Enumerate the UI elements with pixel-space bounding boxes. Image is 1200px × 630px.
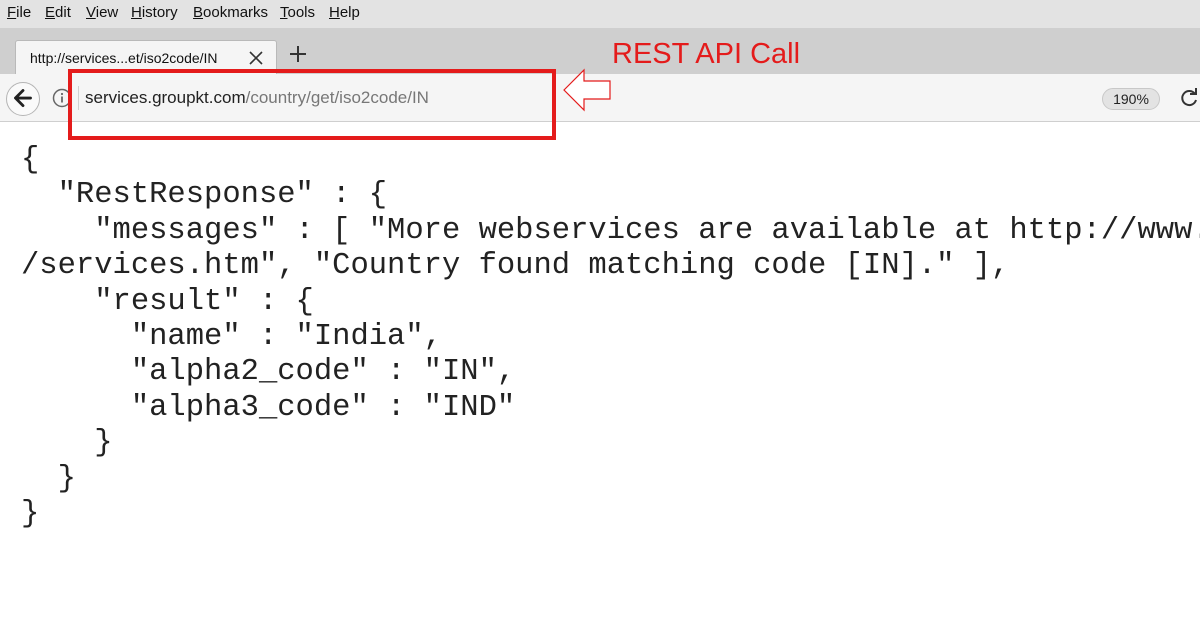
json-response-body: { "RestResponse" : { "messages" : [ "Mor… [21, 143, 1200, 630]
json-line: } [21, 496, 40, 531]
json-line: "result" : { [21, 284, 314, 319]
json-line: /services.htm", "Country found matching … [21, 249, 1010, 284]
menu-file-label: File [7, 4, 32, 21]
back-button[interactable] [6, 82, 40, 116]
menu-history[interactable]: History [131, 4, 178, 22]
json-line: } [21, 461, 76, 496]
menu-bookmarks[interactable]: Bookmarks [193, 4, 268, 22]
json-line: "messages" : [ "More webservices are ava… [94, 213, 1200, 248]
zoom-level-badge[interactable]: 190% [1102, 88, 1160, 110]
close-icon[interactable] [248, 50, 264, 66]
tab-title: http://services...et/iso2code/IN [30, 50, 218, 66]
back-arrow-icon [14, 89, 32, 107]
reload-icon[interactable] [1178, 87, 1200, 109]
menu-bar: File Edit View History Bookmarks Tools H… [0, 0, 1200, 28]
json-line: { [21, 143, 40, 177]
json-line: "alpha2_code" : "IN", [21, 355, 516, 390]
menu-help[interactable]: Help [329, 4, 360, 22]
json-line: "name" : "India", [21, 319, 442, 354]
left-arrow-icon [563, 68, 611, 112]
annotation-label: REST API Call [612, 38, 801, 70]
new-tab-plus-icon[interactable] [286, 42, 310, 66]
json-line: "alpha3_code" : "IND" [21, 390, 516, 425]
menu-edit[interactable]: Edit [45, 4, 71, 22]
menu-tools[interactable]: Tools [280, 4, 315, 22]
menu-file[interactable]: File [7, 4, 31, 22]
json-line: "RestResponse" : { [21, 178, 388, 213]
menu-view[interactable]: View [86, 4, 118, 22]
json-line: } [21, 426, 113, 461]
url-highlight-box [68, 69, 556, 140]
